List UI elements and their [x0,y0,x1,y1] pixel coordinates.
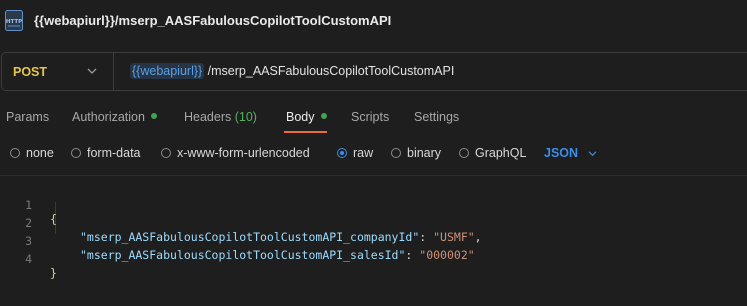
tab-scripts-label: Scripts [351,110,390,124]
tab-body[interactable]: Body [286,110,327,124]
method-select[interactable]: POST [2,53,114,90]
code-line: 2 "mserp_AASFabulousCopilotToolCustomAPI… [0,202,747,244]
language-select[interactable]: JSON [544,146,597,160]
url-input[interactable]: {{webapiurl}} /mserp_AASFabulousCopilotT… [130,63,455,79]
divider [0,175,747,176]
request-bar: POST {{webapiurl}} /mserp_AASFabulousCop… [1,52,747,91]
tab-params[interactable]: Params [6,110,49,124]
tab-body-label: Body [286,110,315,124]
tab-authorization[interactable]: Authorization [72,110,157,124]
code-line: 4 } [0,238,747,280]
chevron-down-icon [87,68,97,74]
request-tabs: Params Authorization Headers (10) Body S… [0,104,747,134]
tab-settings-label: Settings [414,110,460,124]
line-number: 4 [25,252,32,266]
tab-headers-label: Headers [184,110,232,124]
mode-none[interactable]: none [10,146,54,160]
svg-text:HTTP: HTTP [6,19,22,25]
method-label: POST [13,65,48,79]
tab-scripts[interactable]: Scripts [351,110,389,124]
url-path: /mserp_AASFabulousCopilotToolCustomAPI [204,64,455,78]
mode-graphql[interactable]: GraphQL [459,146,526,160]
mode-binary[interactable]: binary [391,146,441,160]
http-icon: HTTP [5,10,23,31]
mode-urlencoded[interactable]: x-www-form-urlencoded [161,146,310,160]
code-editor[interactable]: 1 { 2 "mserp_AASFabulousCopilotToolCusto… [0,181,747,306]
headers-count: (10) [234,110,257,124]
code-text: } [50,266,57,280]
mode-form-data[interactable]: form-data [71,146,141,160]
mode-raw-label: raw [353,146,374,160]
request-editor: HTTP {{webapiurl}}/mserp_AASFabulousCopi… [0,0,747,306]
mode-graphql-label: GraphQL [475,146,527,160]
radio-form-data[interactable] [71,148,81,158]
request-title-row: HTTP {{webapiurl}}/mserp_AASFabulousCopi… [0,0,747,42]
code-line: 1 { [0,184,747,226]
active-tab-indicator [284,131,327,133]
mode-binary-label: binary [407,146,442,160]
mode-urlencoded-label: x-www-form-urlencoded [177,146,310,160]
close-brace: } [50,266,57,280]
tab-headers[interactable]: Headers (10) [184,110,257,124]
radio-raw[interactable] [337,148,347,158]
url-variable[interactable]: {{webapiurl}} [130,63,205,79]
mode-none-label: none [26,146,54,160]
tab-settings[interactable]: Settings [414,110,459,124]
request-title[interactable]: {{webapiurl}}/mserp_AASFabulousCopilotTo… [34,13,391,28]
code-line: 3 "mserp_AASFabulousCopilotToolCustomAPI… [0,220,747,262]
tab-params-label: Params [6,110,50,124]
radio-urlencoded[interactable] [161,148,171,158]
status-dot [320,113,327,119]
chevron-down-icon [588,150,597,156]
status-dot [150,113,157,119]
radio-graphql[interactable] [459,148,469,158]
radio-none[interactable] [10,148,20,158]
body-mode-selector: none form-data x-www-form-urlencoded raw… [0,143,747,167]
mode-form-data-label: form-data [87,146,141,160]
language-label: JSON [544,146,579,160]
radio-binary[interactable] [391,148,401,158]
mode-raw[interactable]: raw [337,146,373,160]
tab-authorization-label: Authorization [72,110,145,124]
